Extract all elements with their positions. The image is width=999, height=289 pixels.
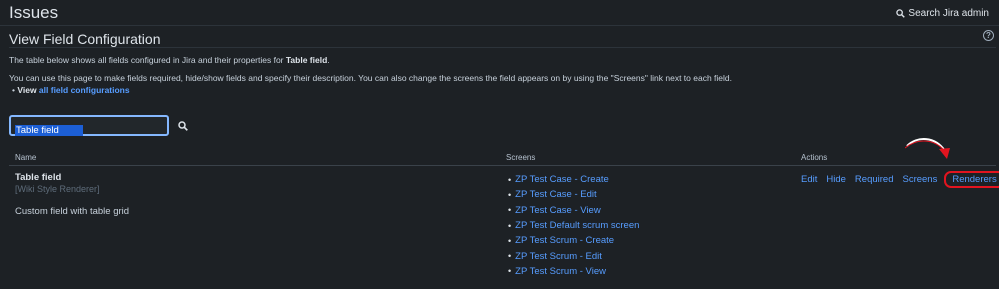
field-search-box[interactable] [9,115,169,136]
page-header-title: Issues [9,3,59,22]
screen-link[interactable]: ZP Test Scrum - Create [508,233,639,248]
field-description: Custom field with table grid [15,206,130,217]
intro-text: The table below shows all fields configu… [9,55,330,65]
description-text: You can use this page to make fields req… [9,73,733,83]
screens-list: ZP Test Case - Create ZP Test Case - Edi… [508,172,639,279]
edit-action-link[interactable]: Edit [801,174,817,188]
required-action-link[interactable]: Required [855,174,894,188]
intro-field-name: Table field [285,55,328,65]
field-search-input[interactable] [15,125,83,136]
page-title: View Field Configuration [9,31,161,47]
help-icon[interactable]: ? [983,30,994,41]
column-header-screens: Screens [506,153,536,162]
hide-action-link[interactable]: Hide [826,174,846,188]
annotation-arrow-icon [905,138,950,159]
header-divider [0,25,999,26]
field-name: Table field [15,172,62,183]
field-renderer: [Wiki Style Renderer] [15,184,100,194]
screen-link[interactable]: ZP Test Default scrum screen [508,218,639,233]
search-icon [896,9,906,18]
view-all-configs-item: • View all field configurations [12,85,130,95]
screens-action-link[interactable]: Screens [902,174,937,188]
column-header-name: Name [15,153,37,162]
screen-link[interactable]: ZP Test Case - Create [508,172,639,187]
screen-link[interactable]: ZP Test Scrum - View [508,264,639,279]
table-header-divider [9,165,996,166]
all-field-configurations-link[interactable]: all field configurations [39,85,130,95]
row-actions: Edit Hide Required Screens Renderers [801,171,999,188]
renderers-action-link[interactable]: Renderers [944,171,999,188]
search-jira-admin-label: Search Jira admin [908,8,989,19]
screen-link[interactable]: ZP Test Scrum - Edit [508,248,639,263]
title-divider [9,47,996,48]
screen-link[interactable]: ZP Test Case - View [508,203,639,218]
search-submit-icon[interactable] [178,121,188,131]
screen-link[interactable]: ZP Test Case - Edit [508,187,639,202]
column-header-actions: Actions [801,153,828,162]
search-jira-admin-button[interactable]: Search Jira admin [896,8,989,19]
